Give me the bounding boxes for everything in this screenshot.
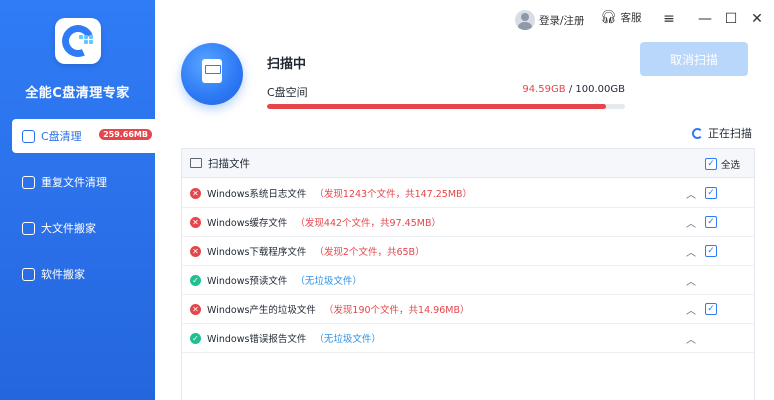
error-x-icon: ✕ bbox=[190, 216, 201, 228]
sidebar-item-large-files[interactable]: 大文件搬家 bbox=[12, 211, 155, 245]
file-category-summary: （无垃圾文件） bbox=[295, 276, 362, 287]
file-move-icon bbox=[22, 221, 35, 235]
scan-title: 扫描中 bbox=[267, 57, 307, 72]
sidebar-item-label: 大文件搬家 bbox=[41, 222, 96, 235]
list-item: ✕ Windows缓存文件 （发现442个文件，共97.45MB） ︿ ✓ bbox=[182, 208, 754, 237]
space-used: 94.59GB bbox=[522, 84, 566, 95]
loading-spinner-icon bbox=[692, 127, 703, 139]
scan-status: 正在扫描 bbox=[692, 125, 752, 141]
row-checkbox[interactable]: ✓ bbox=[705, 187, 717, 199]
folder-icon bbox=[190, 158, 202, 168]
file-category-name: Windows产生的垃圾文件 bbox=[207, 305, 316, 316]
space-separator: / bbox=[565, 84, 576, 95]
space-progress-fill bbox=[267, 104, 606, 109]
app-title: 全能C盘清理专家 bbox=[25, 86, 130, 101]
checkbox-icon: ✓ bbox=[705, 158, 717, 170]
success-check-icon: ✓ bbox=[190, 274, 201, 286]
list-item: ✕ Windows系统日志文件 （发现1243个文件，共147.25MB） ︿ ✓ bbox=[182, 179, 754, 208]
chevron-up-icon[interactable]: ︿ bbox=[686, 273, 696, 288]
file-category-summary: （发现190个文件，共14.96MB） bbox=[323, 305, 470, 316]
select-all-checkbox[interactable]: ✓ 全选 bbox=[705, 157, 740, 171]
maximize-icon[interactable]: ☐ bbox=[722, 10, 740, 28]
close-icon[interactable]: ✕ bbox=[748, 10, 766, 28]
space-progress-bar bbox=[267, 104, 625, 109]
file-category-summary: （发现2个文件，共65B） bbox=[314, 247, 425, 258]
sidebar-item-label: C盘清理 bbox=[41, 130, 82, 143]
list-item: ✓ Windows错误报告文件 （无垃圾文件） ︿ bbox=[182, 324, 754, 353]
sidebar-item-software-move[interactable]: 软件搬家 bbox=[12, 257, 155, 291]
success-check-icon: ✓ bbox=[190, 332, 201, 344]
app-logo bbox=[55, 18, 101, 64]
customer-service-button[interactable]: 🎧︎ 客服 bbox=[600, 10, 642, 25]
select-all-label: 全选 bbox=[721, 160, 741, 171]
file-category-name: Windows缓存文件 bbox=[207, 218, 288, 229]
scan-status-label: 正在扫描 bbox=[708, 127, 752, 140]
sidebar-item-label: 软件搬家 bbox=[41, 268, 85, 281]
row-checkbox[interactable]: ✓ bbox=[705, 245, 717, 257]
row-checkbox[interactable]: ✓ bbox=[705, 216, 717, 228]
menu-icon[interactable]: ≡ bbox=[660, 10, 678, 28]
service-label: 客服 bbox=[620, 12, 642, 24]
chevron-up-icon[interactable]: ︿ bbox=[686, 215, 696, 230]
chevron-up-icon[interactable]: ︿ bbox=[686, 244, 696, 259]
file-category-summary: （无垃圾文件） bbox=[314, 334, 381, 345]
file-category-summary: （发现442个文件，共97.45MB） bbox=[295, 218, 441, 229]
sidebar-item-duplicate-files[interactable]: 重复文件清理 bbox=[12, 165, 155, 199]
space-total: 100.00GB bbox=[575, 84, 625, 95]
duplicate-icon bbox=[22, 175, 35, 189]
error-x-icon: ✕ bbox=[190, 187, 201, 199]
error-x-icon: ✕ bbox=[190, 303, 201, 315]
file-category-summary: （发现1243个文件，共147.25MB） bbox=[314, 189, 473, 200]
login-button[interactable]: 登录/注册 bbox=[515, 10, 585, 30]
file-category-name: Windows预读文件 bbox=[207, 276, 288, 287]
list-item: ✕ Windows下载程序文件 （发现2个文件，共65B） ︿ ✓ bbox=[182, 237, 754, 266]
avatar bbox=[515, 10, 535, 30]
chevron-up-icon[interactable]: ︿ bbox=[686, 331, 696, 346]
panel-header-label: 扫描文件 bbox=[208, 157, 250, 170]
size-badge: 259.66MB bbox=[99, 129, 152, 140]
row-checkbox[interactable]: ✓ bbox=[705, 303, 717, 315]
drive-icon bbox=[22, 129, 35, 143]
file-category-name: Windows系统日志文件 bbox=[207, 189, 307, 200]
software-icon bbox=[22, 267, 35, 281]
chevron-up-icon[interactable]: ︿ bbox=[686, 302, 696, 317]
sidebar-item-c-drive-clean[interactable]: C盘清理 259.66MB bbox=[12, 119, 155, 153]
list-item: ✕ Windows产生的垃圾文件 （发现190个文件，共14.96MB） ︿ ✓ bbox=[182, 295, 754, 324]
file-category-name: Windows错误报告文件 bbox=[207, 334, 307, 345]
cancel-scan-button[interactable]: 取消扫描 bbox=[640, 42, 748, 76]
titlebar: 登录/注册 🎧︎ 客服 ≡ — ☐ ✕ bbox=[155, 0, 774, 40]
space-label: C盘空间 bbox=[267, 86, 308, 99]
scan-file-panel: 扫描文件 ✓ 全选 ✕ Windows系统日志文件 （发现1243个文件，共147.… bbox=[181, 148, 755, 400]
panel-header: 扫描文件 ✓ 全选 bbox=[182, 149, 754, 178]
chevron-up-icon[interactable]: ︿ bbox=[686, 186, 696, 201]
file-category-name: Windows下载程序文件 bbox=[207, 247, 307, 258]
sidebar: 全能C盘清理专家 C盘清理 259.66MB 重复文件清理 大文件搬家 软件搬家 bbox=[0, 0, 155, 400]
error-x-icon: ✕ bbox=[190, 245, 201, 257]
sidebar-item-label: 重复文件清理 bbox=[41, 176, 107, 189]
space-values: 94.59GB / 100.00GB bbox=[420, 84, 625, 95]
list-item: ✓ Windows预读文件 （无垃圾文件） ︿ bbox=[182, 266, 754, 295]
minimize-icon[interactable]: — bbox=[696, 10, 714, 28]
login-label: 登录/注册 bbox=[539, 14, 585, 27]
disk-icon bbox=[181, 43, 243, 105]
headset-icon: 🎧︎ bbox=[600, 10, 617, 25]
